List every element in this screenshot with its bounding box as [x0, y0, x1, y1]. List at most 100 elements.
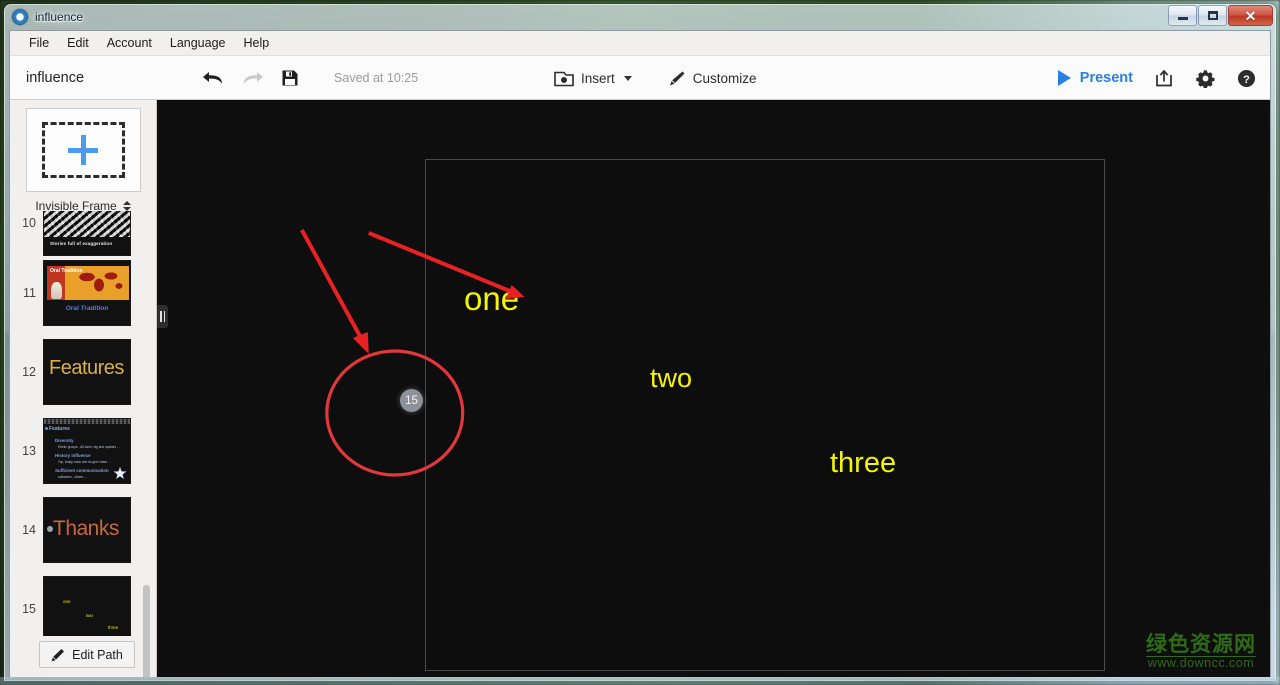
share-icon[interactable]: [1155, 69, 1174, 87]
crowd-photo: [44, 211, 130, 237]
menu-bar: File Edit Account Language Help: [10, 31, 1270, 56]
menu-item-help[interactable]: Help: [235, 33, 279, 53]
app-logo-icon: [12, 9, 28, 25]
pencil-icon: [51, 648, 65, 661]
menu-item-file[interactable]: File: [20, 33, 58, 53]
play-icon: [1057, 70, 1071, 86]
slide-canvas[interactable]: one two three 15 绿色资源网 www.downcc.com: [157, 100, 1270, 677]
chevron-down-icon: [623, 75, 632, 81]
save-icon[interactable]: [282, 70, 298, 86]
thumbnail-number: 10: [22, 216, 36, 230]
insert-button[interactable]: Insert: [548, 66, 638, 91]
thumbnail-number: 15: [22, 601, 36, 616]
bullet-dot-icon: [45, 426, 48, 430]
insert-label: Insert: [581, 70, 615, 86]
history-controls: Saved at 10:25: [202, 69, 418, 87]
menu-item-account[interactable]: Account: [98, 33, 161, 53]
application-window: influence ✕ File Edit Account Language H…: [4, 4, 1276, 681]
menu-item-edit[interactable]: Edit: [58, 33, 98, 53]
client-area: File Edit Account Language Help influenc…: [9, 30, 1271, 677]
menu-item-language[interactable]: Language: [161, 33, 235, 53]
help-icon[interactable]: ?: [1237, 69, 1256, 88]
list-item[interactable]: 14 Thanks: [10, 490, 157, 569]
updown-chevron-icon: [122, 201, 131, 211]
bullet-sub: softwares , others …: [58, 474, 88, 479]
thumbnail-word: two: [86, 612, 94, 618]
thumbnail-number: 11: [23, 285, 36, 300]
list-item[interactable]: 11 Oral Tradition Oral Tradition: [10, 253, 157, 332]
toolbar-center-group: Insert Customize: [548, 56, 763, 100]
toolbar-right-group: Present ?: [1057, 56, 1256, 100]
undo-icon[interactable]: [202, 69, 224, 87]
slide-thumbnail-10[interactable]: Stories full of exaggeration: [43, 211, 131, 256]
svg-text:?: ?: [1243, 73, 1250, 85]
thumbnail-title: Thanks: [53, 516, 119, 540]
minimize-icon: [1177, 17, 1188, 20]
thumbnail-title: Features: [49, 425, 70, 432]
image-overlay-text: Oral Tradition: [50, 267, 83, 274]
slide-thumbnail-14[interactable]: Thanks: [43, 496, 131, 563]
edit-path-button[interactable]: Edit Path: [39, 641, 135, 668]
window-bottom-edge: [0, 677, 1280, 685]
main-split: Invisible Frame 10 Stories full of exagg…: [10, 100, 1270, 677]
bullet-head: Diversity: [55, 437, 74, 443]
star-icon: [113, 466, 127, 480]
list-item[interactable]: 10 Stories full of exaggeration: [10, 211, 157, 256]
sidebar-scrollbar[interactable]: [143, 585, 150, 677]
slide-sidebar: Invisible Frame 10 Stories full of exagg…: [10, 100, 157, 677]
title-bar: influence ✕: [4, 4, 1276, 30]
present-label: Present: [1079, 70, 1133, 86]
watermark: 绿色资源网 www.downcc.com: [1146, 633, 1256, 671]
slide-thumbnail-15[interactable]: one two three: [43, 575, 131, 636]
slide-text-three[interactable]: three: [830, 447, 896, 480]
thumbnail-number: 12: [22, 364, 36, 379]
customize-button[interactable]: Customize: [662, 66, 763, 91]
slide-frame-border[interactable]: [425, 159, 1105, 671]
customize-label: Customize: [692, 70, 757, 86]
slide-thumbnail-12[interactable]: Features: [43, 338, 131, 405]
maximize-button[interactable]: [1198, 5, 1227, 26]
edit-path-label: Edit Path: [72, 647, 123, 662]
gear-icon[interactable]: [1196, 69, 1215, 88]
thumbnail-title: Oral Tradition: [65, 304, 109, 312]
redo-icon[interactable]: [242, 69, 264, 87]
brush-icon: [669, 71, 685, 85]
slide-thumbnail-11[interactable]: Oral Tradition Oral Tradition: [43, 259, 131, 326]
watermark-url: www.downcc.com: [1146, 656, 1256, 671]
thumbnail-title: Features: [49, 356, 124, 379]
thumbnail-list[interactable]: 10 Stories full of exaggeration 11 Oral …: [10, 211, 157, 636]
list-item[interactable]: 13 Features Diversity Ethnic groups - Al…: [10, 411, 157, 490]
path-step-badge[interactable]: 15: [400, 389, 423, 412]
new-frame-button[interactable]: [25, 108, 141, 192]
bullet-head: History influence: [55, 452, 91, 458]
plus-icon: [68, 135, 98, 165]
new-frame-dashed-box: [41, 122, 125, 178]
close-button[interactable]: ✕: [1228, 5, 1273, 26]
map-image: Oral Tradition: [47, 265, 129, 300]
window-title: influence: [35, 10, 84, 24]
thumbnail-word: three: [108, 624, 119, 630]
thumbnail-number: 14: [22, 522, 36, 537]
present-button[interactable]: Present: [1057, 70, 1133, 86]
slide-text-one[interactable]: one: [464, 280, 519, 318]
slide-text-two[interactable]: two: [650, 363, 692, 394]
thumbnail-number: 13: [22, 443, 36, 458]
app-toolbar: influence Saved at 10:25 Insert Customiz…: [10, 56, 1270, 100]
bullet-head: Sufficient communication: [55, 467, 109, 473]
close-icon: ✕: [1244, 7, 1257, 24]
list-item[interactable]: 12 Features: [10, 332, 157, 411]
sidebar-collapse-handle[interactable]: [157, 305, 168, 328]
bullet-sub: Top, today, back one do give share …: [58, 459, 112, 464]
maximize-icon: [1207, 11, 1218, 20]
figure-shape: [51, 281, 62, 299]
saved-status: Saved at 10:25: [334, 70, 419, 85]
image-insert-icon: [554, 71, 574, 86]
minimize-button[interactable]: [1168, 5, 1197, 26]
window-controls: ✕: [1167, 5, 1273, 26]
list-item[interactable]: 15 one two three: [10, 569, 157, 636]
bullet-sub: Ethnic groups - All sizes, big and upsta…: [58, 444, 121, 449]
filmstrip-decoration: [44, 418, 130, 424]
document-title[interactable]: influence: [26, 70, 84, 86]
slide-thumbnail-13[interactable]: Features Diversity Ethnic groups - All s…: [43, 417, 131, 484]
thumbnail-caption: Stories full of exaggeration: [50, 241, 113, 246]
